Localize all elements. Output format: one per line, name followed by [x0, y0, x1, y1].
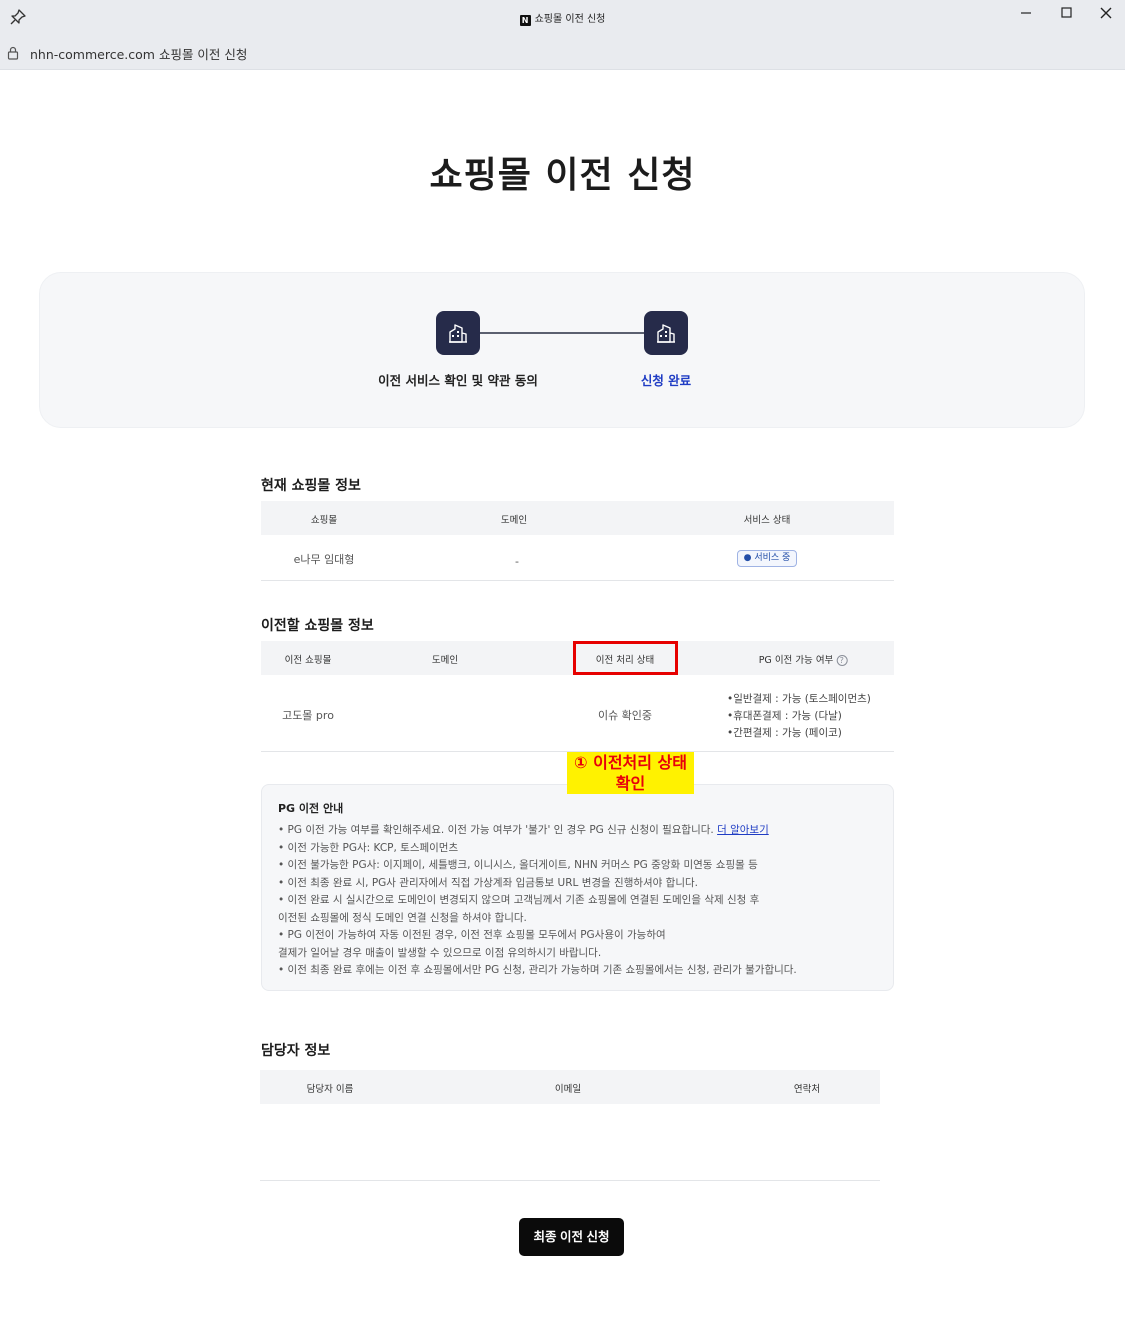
pg-item: •휴대폰결제 : 가능 (다날) [727, 710, 842, 722]
pg-guide-lines: • PG 이전 가능 여부를 확인해주세요. 이전 가능 여부가 '불가' 인 … [278, 822, 797, 980]
divider [260, 1180, 880, 1181]
pg-guide-title: PG 이전 안내 [278, 802, 344, 815]
annotation-line-1: ① 이전처리 상태 [573, 753, 687, 772]
pg-guide-line-text: • PG 이전 가능 여부를 확인해주세요. 이전 가능 여부가 '불가' 인 … [278, 824, 714, 836]
step-indicator [39, 272, 1085, 428]
current-mall-title: 현재 쇼핑몰 정보 [261, 478, 361, 494]
pg-guide-line: • PG 이전 가능 여부를 확인해주세요. 이전 가능 여부가 '불가' 인 … [278, 822, 797, 840]
pg-guide-line: • 이전 완료 시 실시간으로 도메인이 변경되지 않으며 고객님께서 기존 쇼… [278, 894, 760, 906]
url-text[interactable]: nhn-commerce.com 쇼핑몰 이전 신청 [30, 44, 247, 63]
window-titlebar: N 쇼핑몰 이전 신청 [0, 0, 1125, 34]
header-domain: 도메인 [500, 515, 528, 526]
window-title: N 쇼핑몰 이전 신청 [0, 10, 1125, 26]
manager-table-header: 담당자 이름 이메일 연락처 [260, 1070, 880, 1104]
pg-item: •일반결제 : 가능 (토스페이먼츠) [727, 693, 871, 705]
url-domain: nhn-commerce.com [30, 47, 155, 62]
pg-guide-line: • 이전 불가능한 PG사: 이지페이, 세틀뱅크, 이니시스, 올더게이트, … [278, 859, 758, 871]
maximize-icon[interactable] [1055, 5, 1077, 27]
step-1-building-icon [436, 311, 480, 355]
header-target-domain: 도메인 [431, 655, 459, 666]
url-page-title: 쇼핑몰 이전 신청 [158, 47, 248, 62]
step-connector [480, 332, 646, 334]
pg-guide-line: 이전된 쇼핑몰에 정식 도메인 연결 신청을 하셔야 합니다. [278, 911, 527, 924]
minimize-icon[interactable] [1015, 5, 1037, 27]
header-manager-name: 담당자 이름 [306, 1084, 354, 1095]
target-mall-title: 이전할 쇼핑몰 정보 [261, 618, 374, 634]
divider [261, 580, 894, 581]
learn-more-link[interactable]: 더 알아보기 [717, 824, 769, 836]
pg-guide-line: • 이전 최종 완료 후에는 이전 후 쇼핑몰에서만 PG 신청, 관리가 가능… [278, 964, 797, 976]
manager-title: 담당자 정보 [261, 1043, 331, 1059]
annotation-line-2: 확인 [615, 774, 646, 793]
address-bar[interactable]: nhn-commerce.com 쇼핑몰 이전 신청 [0, 34, 1125, 70]
pg-availability-list: •일반결제 : 가능 (토스페이먼츠) •휴대폰결제 : 가능 (다날) •간편… [727, 691, 871, 742]
current-mall-domain: - [515, 555, 519, 568]
step-1-label: 이전 서비스 확인 및 약관 동의 [378, 373, 538, 388]
help-icon[interactable]: ? [836, 655, 848, 666]
current-mall-name: e나무 임대형 [293, 553, 355, 566]
annotation-callout: ① 이전처리 상태 확인 [567, 752, 694, 794]
header-service-status: 서비스 상태 [743, 515, 791, 526]
highlight-box [573, 641, 678, 675]
header-target-mall: 이전 쇼핑몰 [284, 655, 332, 666]
process-status-value: 이슈 확인중 [597, 709, 653, 722]
current-mall-table-header: 쇼핑몰 도메인 서비스 상태 [261, 501, 894, 535]
page-title: 쇼핑몰 이전 신청 [429, 155, 696, 196]
lock-icon [7, 45, 19, 60]
pg-guide-line: • 이전 가능한 PG사: KCP, 토스페이먼츠 [278, 841, 459, 854]
header-pg-availability: PG 이전 가능 여부? [759, 652, 848, 666]
target-mall-name: 고도몰 pro [282, 709, 334, 722]
pg-guide-box: PG 이전 안내 • PG 이전 가능 여부를 확인해주세요. 이전 가능 여부… [261, 784, 894, 991]
window-title-text: 쇼핑몰 이전 신청 [534, 14, 606, 25]
close-icon[interactable] [1095, 5, 1117, 27]
step-2-label: 신청 완료 [640, 373, 692, 388]
header-phone: 연락처 [793, 1084, 821, 1095]
header-mall: 쇼핑몰 [310, 515, 338, 526]
pg-item: •간편결제 : 가능 (페이코) [727, 727, 842, 739]
pg-guide-line: 결제가 일어날 경우 매출이 발생할 수 있으므로 이점 유의하시기 바랍니다. [278, 946, 602, 959]
pg-guide-line: • PG 이전이 가능하여 자동 이전된 경우, 이전 전후 쇼핑몰 모두에서 … [278, 929, 666, 941]
pg-guide-line: • 이전 최종 완료 시, PG사 관리자에서 직접 가상계좌 입금통보 URL… [278, 876, 698, 889]
status-badge: ● 서비스 중 [737, 550, 797, 567]
header-email: 이메일 [554, 1084, 582, 1095]
final-submit-button[interactable]: 최종 이전 신청 [519, 1218, 624, 1256]
naver-logo-icon: N [519, 15, 531, 26]
header-pg-label: PG 이전 가능 여부 [758, 655, 834, 666]
step-2-building-icon [644, 311, 688, 355]
